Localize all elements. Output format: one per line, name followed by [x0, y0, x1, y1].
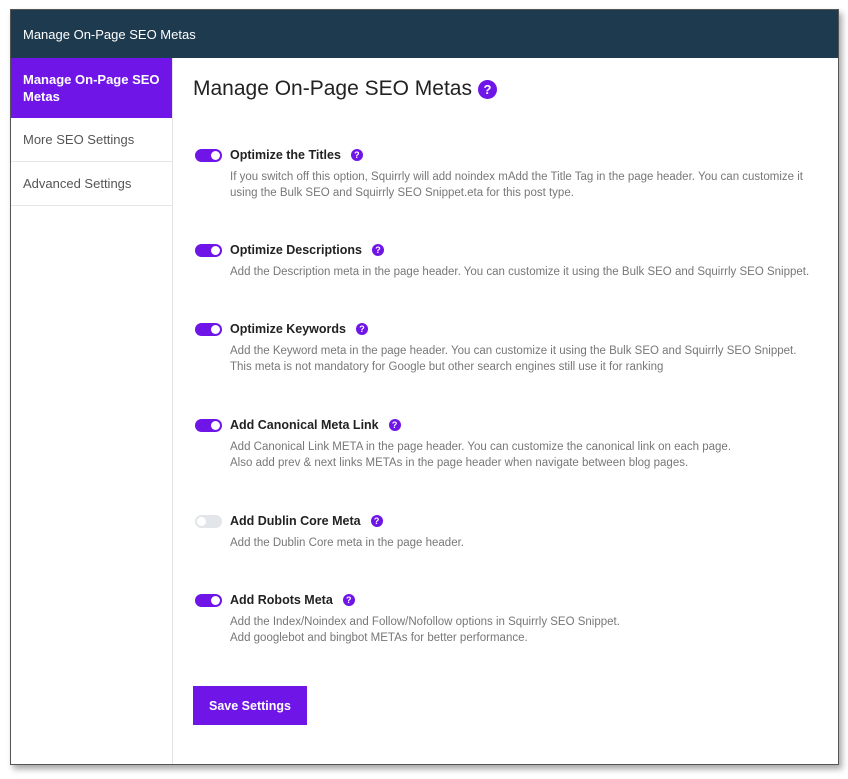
description-line: If you switch off this option, Squirrly … [230, 171, 804, 183]
toggle-switch[interactable] [195, 322, 222, 336]
option-description: Add Canonical Link META in the page head… [230, 439, 818, 471]
description-line: Add the Keyword meta in the page header.… [230, 345, 797, 357]
save-settings-button[interactable]: Save Settings [193, 686, 307, 725]
sidebar-item-label: Manage On-Page SEO Metas [23, 72, 160, 104]
option-label: Optimize the Titles [230, 148, 341, 162]
option-description: Add the Dublin Core meta in the page hea… [230, 535, 818, 551]
sidebar-item-label: Advanced Settings [23, 176, 132, 191]
window-title: Manage On-Page SEO Metas [23, 26, 196, 42]
description-line: Add the Description meta in the page hea… [230, 266, 810, 278]
description-line: Add Canonical Link META in the page head… [230, 441, 732, 453]
question-mark-icon[interactable]: ? [371, 244, 384, 256]
sidebar-item-advanced-settings[interactable]: Advanced Settings [11, 162, 172, 206]
question-mark-icon[interactable]: ? [356, 323, 368, 335]
sidebar-item-manage-on-page-seo-metas[interactable]: Manage On-Page SEO Metas [11, 58, 172, 118]
description-line: Add the Dublin Core meta in the page hea… [230, 537, 464, 549]
toggle-switch[interactable] [195, 593, 222, 607]
option-description: If you switch off this option, Squirrly … [230, 169, 818, 201]
option-description: Add the Index/Noindex and Follow/Nofollo… [230, 614, 818, 646]
description-line: Add the Index/Noindex and Follow/Nofollo… [230, 616, 620, 628]
page-title: Manage On-Page SEO Metas ? [193, 77, 818, 101]
sidebar: Manage On-Page SEO Metas More SEO Settin… [11, 58, 173, 764]
option-label: Add Robots Meta [230, 593, 333, 607]
toggle-switch[interactable] [195, 243, 222, 257]
option-optimize-keywords: Optimize Keywords ? Add the Keyword meta… [195, 320, 818, 375]
question-mark-icon[interactable]: ? [477, 79, 497, 99]
description-line: Also add prev & next links METAs in the … [230, 457, 689, 469]
option-add-robots-meta: Add Robots Meta ? Add the Index/Noindex … [195, 591, 818, 646]
toggle-switch[interactable] [195, 418, 222, 432]
description-line: using the Bulk SEO and Squirrly SEO Snip… [230, 187, 574, 199]
option-label: Add Dublin Core Meta [230, 514, 361, 528]
main-panel: Manage On-Page SEO Metas ? Optimize the … [173, 58, 838, 764]
question-mark-icon[interactable]: ? [388, 419, 401, 431]
page-title-text: Manage On-Page SEO Metas [193, 77, 472, 100]
description-line: Add googlebot and bingbot METAs for bett… [230, 632, 528, 644]
option-optimize-titles: Optimize the Titles ? If you switch off … [195, 146, 818, 201]
option-add-dublin-core-meta: Add Dublin Core Meta ? Add the Dublin Co… [195, 512, 818, 551]
window-frame: Manage On-Page SEO Metas Manage On-Page … [10, 9, 839, 765]
sidebar-item-label: More SEO Settings [23, 132, 135, 147]
question-mark-icon[interactable]: ? [350, 149, 363, 161]
sidebar-item-more-seo-settings[interactable]: More SEO Settings [11, 118, 172, 162]
description-line: This meta is not mandatory for Google bu… [230, 361, 664, 373]
question-mark-icon[interactable]: ? [370, 515, 383, 527]
option-label: Optimize Descriptions [230, 243, 362, 257]
option-description: Add the Keyword meta in the page header.… [230, 343, 818, 375]
question-mark-icon[interactable]: ? [342, 594, 355, 606]
option-label: Add Canonical Meta Link [230, 418, 379, 432]
option-description: Add the Description meta in the page hea… [230, 264, 818, 280]
window-title-bar: Manage On-Page SEO Metas [11, 10, 838, 58]
toggle-switch[interactable] [195, 148, 222, 162]
option-add-canonical-meta-link: Add Canonical Meta Link ? Add Canonical … [195, 416, 818, 471]
option-label: Optimize Keywords [230, 322, 346, 336]
option-optimize-descriptions: Optimize Descriptions ? Add the Descript… [195, 241, 818, 280]
toggle-switch[interactable] [195, 514, 222, 528]
